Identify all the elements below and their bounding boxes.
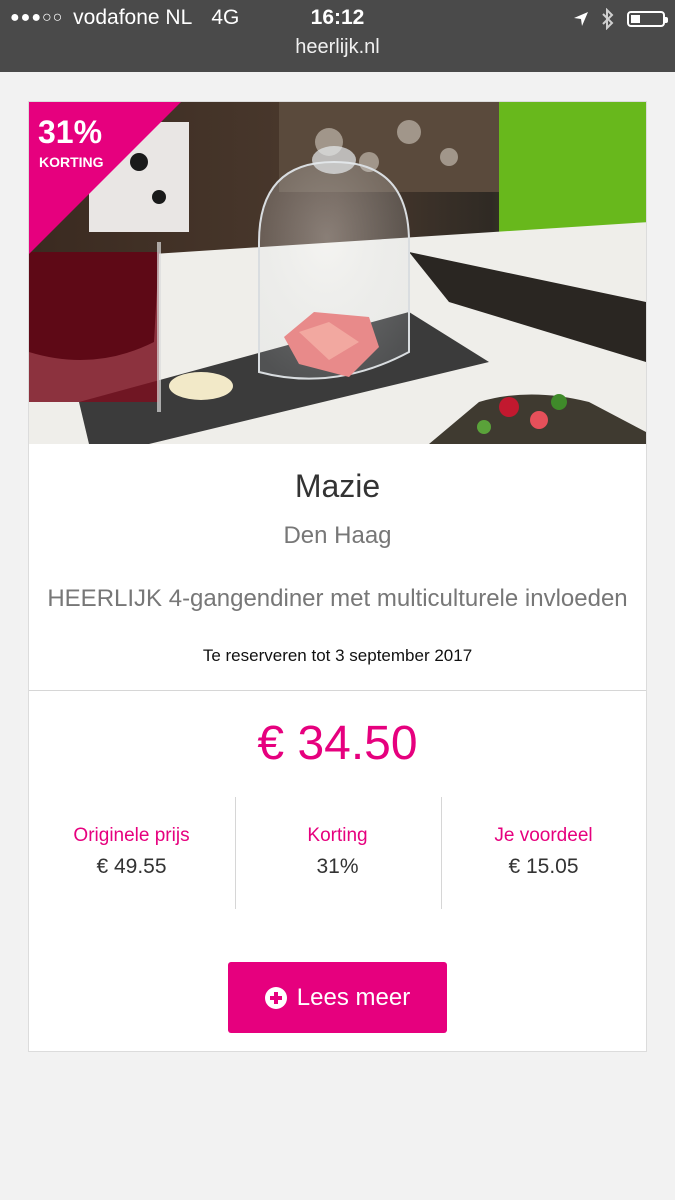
restaurant-city: Den Haag bbox=[283, 522, 392, 549]
stat-original-price: Originele prijs € 49.55 bbox=[29, 797, 234, 909]
restaurant-name: Mazie bbox=[294, 468, 381, 504]
read-more-label: Lees meer bbox=[296, 983, 411, 1011]
battery-level bbox=[631, 15, 640, 23]
stat-label: Je voordeel bbox=[494, 825, 593, 846]
stat-label: Korting bbox=[307, 825, 368, 846]
status-row: ●●●○○ vodafone NL 4G 16:12 bbox=[0, 4, 675, 34]
stat-label: Originele prijs bbox=[73, 825, 190, 846]
deal-card: 31% KORTING Mazie Den Haag HEERLIJK 4-ga… bbox=[28, 101, 647, 1052]
deal-photo[interactable]: 31% KORTING bbox=[29, 102, 646, 444]
section-divider bbox=[29, 690, 646, 691]
location-arrow-icon bbox=[574, 12, 588, 26]
read-more-button[interactable]: Lees meer bbox=[228, 962, 447, 1033]
price-stats: Originele prijs € 49.55 Korting 31% Je v… bbox=[29, 797, 646, 909]
badge-label: KORTING bbox=[39, 154, 104, 170]
stat-value: € 49.55 bbox=[96, 855, 167, 878]
plus-circle-icon bbox=[264, 986, 287, 1009]
deal-description: HEERLIJK 4-gangendiner met multiculturel… bbox=[47, 585, 628, 612]
status-bar: ●●●○○ vodafone NL 4G 16:12 heerlijk.nl bbox=[0, 0, 675, 72]
stat-discount: Korting 31% bbox=[235, 797, 440, 909]
deal-price: € 34.50 bbox=[257, 717, 418, 770]
stat-value: € 15.05 bbox=[508, 855, 579, 878]
status-icons bbox=[573, 6, 668, 32]
address-bar-url[interactable]: heerlijk.nl bbox=[0, 36, 675, 59]
stat-value: 31% bbox=[316, 855, 359, 878]
reservation-deadline: Te reserveren tot 3 september 2017 bbox=[202, 646, 473, 665]
stat-savings: Je voordeel € 15.05 bbox=[441, 797, 646, 909]
bluetooth-icon bbox=[602, 8, 614, 30]
battery-icon bbox=[627, 11, 668, 27]
badge-percentage: 31% bbox=[38, 114, 103, 150]
